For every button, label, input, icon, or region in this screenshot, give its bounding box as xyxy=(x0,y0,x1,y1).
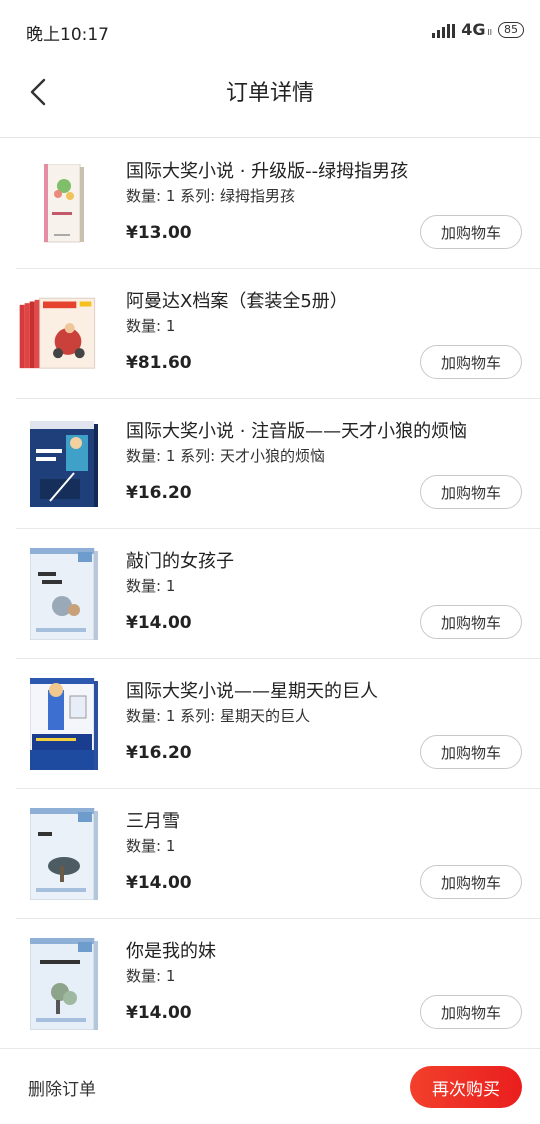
item-price: ¥14.00 xyxy=(126,873,192,893)
book-cover-image[interactable] xyxy=(30,678,98,770)
status-icons: 4G ll 85 xyxy=(432,20,524,39)
add-to-cart-button[interactable]: 加购物车 xyxy=(420,995,522,1029)
add-to-cart-button[interactable]: 加购物车 xyxy=(420,475,522,509)
item-price: ¥14.00 xyxy=(126,613,192,633)
book-cover-image[interactable] xyxy=(30,161,98,247)
item-price: ¥13.00 xyxy=(126,223,192,243)
order-item-list: 国际大奖小说 · 升级版--绿拇指男孩 数量: 1 系列: 绿拇指男孩 ¥13.… xyxy=(0,139,540,1049)
order-footer: 删除订单 再次购买 xyxy=(0,1048,540,1124)
order-item[interactable]: 阿曼达X档案（套装全5册） 数量: 1 ¥81.60 加购物车 xyxy=(16,269,540,399)
add-to-cart-button[interactable]: 加购物车 xyxy=(420,735,522,769)
item-meta: 数量: 1 系列: 绿拇指男孩 xyxy=(126,187,295,205)
page-title: 订单详情 xyxy=(225,81,314,106)
item-meta: 数量: 1 xyxy=(126,577,176,595)
network-type: 4G xyxy=(461,20,486,39)
item-meta: 数量: 1 xyxy=(126,837,176,855)
item-title[interactable]: 国际大奖小说——星期天的巨人 xyxy=(126,677,378,703)
book-cover-image[interactable] xyxy=(30,808,98,900)
rebuy-button[interactable]: 再次购买 xyxy=(410,1066,522,1108)
order-item[interactable]: 国际大奖小说 · 注音版——天才小狼的烦恼 数量: 1 系列: 天才小狼的烦恼 … xyxy=(16,399,540,529)
network-sub: ll xyxy=(487,28,492,37)
order-item[interactable]: 敲门的女孩子 数量: 1 ¥14.00 加购物车 xyxy=(16,529,540,659)
order-item[interactable]: 三月雪 数量: 1 ¥14.00 加购物车 xyxy=(16,789,540,919)
order-item[interactable]: 国际大奖小说——星期天的巨人 数量: 1 系列: 星期天的巨人 ¥16.20 加… xyxy=(16,659,540,789)
status-bar: 晚上10:17 4G ll 85 xyxy=(0,0,540,60)
item-title[interactable]: 你是我的妹 xyxy=(126,937,216,963)
add-to-cart-button[interactable]: 加购物车 xyxy=(420,865,522,899)
book-cover-image[interactable] xyxy=(19,291,98,377)
add-to-cart-button[interactable]: 加购物车 xyxy=(420,345,522,379)
item-title[interactable]: 阿曼达X档案（套装全5册） xyxy=(126,287,348,313)
item-meta: 数量: 1 系列: 星期天的巨人 xyxy=(126,707,310,725)
status-time: 晚上10:17 xyxy=(26,25,109,45)
book-cover-image[interactable] xyxy=(30,421,98,507)
item-price: ¥16.20 xyxy=(126,743,192,763)
order-item[interactable]: 你是我的妹 数量: 1 ¥14.00 加购物车 xyxy=(16,919,540,1049)
item-meta: 数量: 1 xyxy=(126,317,176,335)
battery-icon: 85 xyxy=(498,21,524,38)
item-title[interactable]: 三月雪 xyxy=(126,807,180,833)
signal-icon xyxy=(432,22,456,38)
delete-order-button[interactable]: 删除订单 xyxy=(28,1075,96,1100)
order-item[interactable]: 国际大奖小说 · 升级版--绿拇指男孩 数量: 1 系列: 绿拇指男孩 ¥13.… xyxy=(16,139,540,269)
item-price: ¥16.20 xyxy=(126,483,192,503)
item-title[interactable]: 国际大奖小说 · 注音版——天才小狼的烦恼 xyxy=(126,417,467,443)
book-cover-image[interactable] xyxy=(30,938,98,1030)
item-title[interactable]: 敲门的女孩子 xyxy=(126,547,234,573)
add-to-cart-button[interactable]: 加购物车 xyxy=(420,215,522,249)
add-to-cart-button[interactable]: 加购物车 xyxy=(420,605,522,639)
item-price: ¥81.60 xyxy=(126,353,192,373)
item-title[interactable]: 国际大奖小说 · 升级版--绿拇指男孩 xyxy=(126,157,408,183)
item-price: ¥14.00 xyxy=(126,1003,192,1023)
book-cover-image[interactable] xyxy=(30,548,98,640)
item-meta: 数量: 1 系列: 天才小狼的烦恼 xyxy=(126,447,325,465)
header: 订单详情 xyxy=(0,60,540,138)
item-meta: 数量: 1 xyxy=(126,967,176,985)
